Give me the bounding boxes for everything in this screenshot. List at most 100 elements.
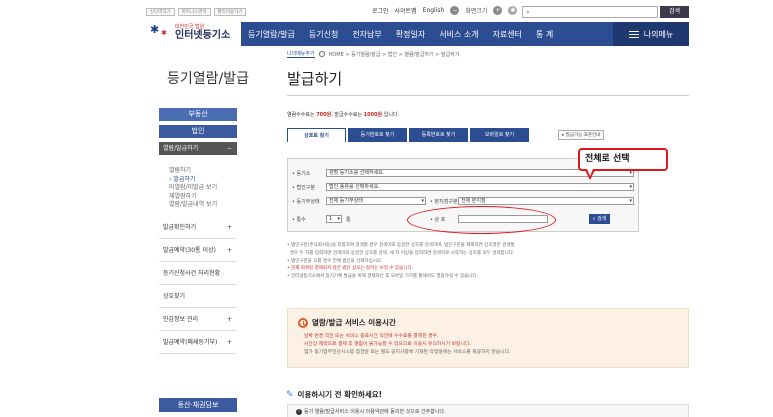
tab-registration-number[interactable]: 등록번호로 찾기 bbox=[409, 128, 468, 142]
tab-register-number[interactable]: 등기번호로 찾기 bbox=[348, 128, 407, 142]
submenu-item[interactable]: 열람/발급내역 보기 bbox=[169, 201, 237, 210]
util-link-3[interactable]: 편리이용가기 bbox=[213, 8, 247, 16]
sidebar-corporation-button[interactable]: 법인 bbox=[159, 125, 237, 138]
sidebar-title: 등기열람/발급 bbox=[167, 71, 249, 87]
status-row: • 등기부상태 전체 등기부상태 ▾ bbox=[292, 197, 426, 205]
main-nav: 등기열람/발급 등기신청 전자납부 확정일자 서비스 소개 자료센터 통 계 나… bbox=[241, 22, 689, 46]
sidebar-submenu: 열람하기 › 발급하기 미열람/미발급 보기 재열람하기 열람/발급내역 보기 bbox=[159, 155, 237, 216]
add-menu-link[interactable]: 나의메뉴추가 bbox=[287, 50, 315, 58]
nav-item-date[interactable]: 확정일자 bbox=[389, 29, 432, 40]
expand-icon: + bbox=[226, 223, 232, 231]
util-link-2[interactable]: 파트너스영역 bbox=[177, 8, 211, 16]
chevron-down-icon: ▾ bbox=[337, 216, 340, 222]
nav-item-stats[interactable]: 통 계 bbox=[529, 29, 560, 40]
branch-row: • 본지점구분 전체 본지점 ▾ bbox=[430, 197, 634, 205]
type-label: • 법인구분 bbox=[292, 184, 315, 191]
sitemap-link[interactable]: 사이트맵 bbox=[395, 6, 417, 15]
sidebar-item[interactable]: 발급예약(폐쇄등기부) + bbox=[159, 331, 237, 354]
zoom-label: 화면크기 bbox=[465, 8, 488, 15]
sidebar-item[interactable]: 인감정보 관리 + bbox=[159, 308, 237, 331]
nav-item-view[interactable]: 등기열람/발급 bbox=[241, 29, 302, 40]
sidebar-item-selected[interactable]: 열람/발급하기 − bbox=[159, 142, 237, 155]
service-line: 날짜 변경 직전 또는 서비스 종료시간 직전에 수수료를 결제한 경우, bbox=[304, 334, 439, 339]
branch-select[interactable]: 전체 본지점 ▾ bbox=[458, 197, 634, 205]
my-menu-label: 나의메뉴 bbox=[643, 29, 674, 39]
sidebar-item[interactable]: 발급예약(30통 이상) + bbox=[159, 239, 237, 262]
service-hours-box: 열람/발급 서비스 이용시간 날짜 변경 직전 또는 서비스 종료시간 직전에 … bbox=[287, 308, 689, 368]
service-hours-title: 열람/발급 서비스 이용시간 bbox=[312, 318, 396, 327]
type-row: • 법인구분 법인 종류를 선택하세요. ▾ bbox=[292, 183, 634, 191]
copies-row: • 통수 1 ▾ 통 bbox=[292, 215, 351, 223]
expand-icon: + bbox=[226, 315, 232, 323]
sidebar-realestate-button[interactable]: 부동산 bbox=[159, 108, 237, 121]
nav-item-data[interactable]: 자료센터 bbox=[486, 29, 529, 40]
sidebar-item[interactable]: 상호찾기 bbox=[159, 285, 237, 308]
search-button[interactable]: 검색 bbox=[660, 6, 689, 18]
help-guide-link[interactable]: ▸ 발급가능 표준안내 bbox=[558, 130, 605, 140]
nav-item-apply[interactable]: 등기신청 bbox=[302, 29, 345, 40]
corp-type-select[interactable]: 법인 종류를 선택하세요. ▾ bbox=[326, 183, 634, 191]
logo-title: 인터넷등기소 bbox=[175, 29, 231, 41]
submenu-item[interactable]: 미열람/미발급 보기 bbox=[169, 184, 237, 193]
check-box: ! 등기 열람/발급서비스 이용시 이용약관에 동의한 것으로 간주합니다. bbox=[287, 404, 689, 417]
office-label: • 등기소 bbox=[292, 170, 311, 177]
highlight-ellipse bbox=[407, 206, 556, 234]
note-item-red: • 현재 회복된 결재되지 않은 법인 상호는 정하는 보일 수 있습니다. bbox=[287, 266, 414, 272]
collapse-icon: − bbox=[226, 145, 232, 152]
form-search-button[interactable]: ⌕ 검색 bbox=[589, 214, 610, 224]
site-logo[interactable]: ✱ ✱ 대한민국 법원 인터넷등기소 bbox=[148, 23, 230, 41]
copies-unit: 통 bbox=[346, 216, 351, 223]
breadcrumb: 나의메뉴추가 HOME > 등기열람/발급 > 법인 > 열람/발급하기 > 발… bbox=[287, 50, 459, 58]
divider bbox=[287, 95, 689, 96]
util-link-1[interactable]: 신다역하기 bbox=[146, 8, 175, 16]
zoom-in-icon[interactable]: + bbox=[493, 6, 503, 15]
note-item: 경우 두 자를 입력하면 검색어와 동일한 상호를 검색, 세 자 이상을 입력… bbox=[289, 250, 515, 256]
search-input[interactable]: ⌕ bbox=[522, 6, 658, 18]
search-tabs: 상호로 찾기 등기번호로 찾기 등록번호로 찾기 모바일로 찾기 bbox=[287, 128, 529, 142]
service-hours-header: 열람/발급 서비스 이용시간 bbox=[298, 317, 678, 328]
submenu-item[interactable]: 열람하기 bbox=[169, 167, 237, 176]
fee-info: 열람수수료는 700원, 발급수수료는 1000원 입니다. bbox=[287, 112, 400, 118]
expand-icon: + bbox=[226, 338, 232, 346]
sidebar-movable-button[interactable]: 동산·채권담보 bbox=[159, 398, 237, 412]
service-line: 첨가 등기업무전산시스템 점검일 또는 별도 공지사항에 기재된 작업일에는 서… bbox=[304, 350, 511, 355]
tab-name-search[interactable]: 상호로 찾기 bbox=[287, 128, 346, 142]
note-item: • 인터넷등기소에서 등기기록 발급을 위해 결제하신 후 모바일 기기를 통해… bbox=[287, 274, 478, 280]
service-line: 시간상 제약으로 결제 후 열람이 불가능할 수 있으므로 이용시 유의하시기 … bbox=[304, 342, 471, 347]
branch-label: • 본지점구분 bbox=[430, 198, 458, 205]
check-title: ✎ 이용하시기 전 확인하세요! bbox=[286, 389, 383, 400]
status-select[interactable]: 전체 등기부상태 ▾ bbox=[326, 197, 426, 205]
search-icon: ⌕ bbox=[526, 8, 530, 16]
pin-icon: ✎ bbox=[286, 389, 294, 400]
sidebar-item[interactable]: 발급확인하기 + bbox=[159, 216, 237, 239]
court-emblem-icon: ✱ ✱ bbox=[150, 23, 167, 37]
copies-select[interactable]: 1 ▾ bbox=[326, 215, 342, 223]
note-item: • 법인구분을 모를 경우 전체 법인을 선택하십시오. bbox=[287, 258, 383, 264]
nav-item-service[interactable]: 서비스 소개 bbox=[432, 29, 485, 40]
callout-tail-inner bbox=[587, 169, 593, 176]
expand-icon: + bbox=[226, 246, 232, 254]
settings-icon[interactable]: ✱ bbox=[508, 6, 518, 15]
nav-item-payment[interactable]: 전자납부 bbox=[345, 29, 388, 40]
chevron-down-icon: ▾ bbox=[421, 198, 424, 204]
page-title: 발급하기 bbox=[287, 70, 343, 88]
annotation-callout: 전체로 선택 bbox=[578, 148, 668, 171]
submenu-item[interactable]: 재열람하기 bbox=[169, 193, 237, 202]
note-item: • 법인구분(주식회사등)을 포함하여 검색할 경우 검색어와 동일한 상호를 … bbox=[287, 243, 515, 248]
notes-list: • 법인구분(주식회사등)을 포함하여 검색할 경우 검색어와 동일한 상호를 … bbox=[287, 242, 687, 281]
login-link[interactable]: 로그인 bbox=[372, 6, 389, 15]
home-icon bbox=[318, 51, 325, 57]
sidebar-item[interactable]: 등기신청사건 처리현황 bbox=[159, 262, 237, 285]
tab-mobile[interactable]: 모바일로 찾기 bbox=[470, 128, 529, 142]
utility-right: 로그인 사이트맵 English − 화면크기 + ✱ bbox=[372, 6, 518, 15]
breadcrumb-path: HOME > 등기열람/발급 > 법인 > 열람/발급하기 > 발급하기 bbox=[328, 51, 460, 58]
english-link[interactable]: English bbox=[423, 7, 445, 14]
chevron-down-icon: ▾ bbox=[629, 198, 632, 204]
submenu-item-active[interactable]: › 발급하기 bbox=[169, 176, 237, 185]
sidebar-selected-label: 열람/발급하기 bbox=[163, 145, 199, 152]
my-menu-button[interactable]: 나의메뉴 bbox=[613, 22, 689, 46]
zoom-out-icon[interactable]: − bbox=[450, 6, 460, 15]
info-icon: ! bbox=[296, 409, 302, 415]
menu-icon bbox=[628, 30, 639, 38]
sidebar: 부동산 법인 열람/발급하기 − 열람하기 › 발급하기 미열람/미발급 보기 … bbox=[159, 108, 237, 412]
